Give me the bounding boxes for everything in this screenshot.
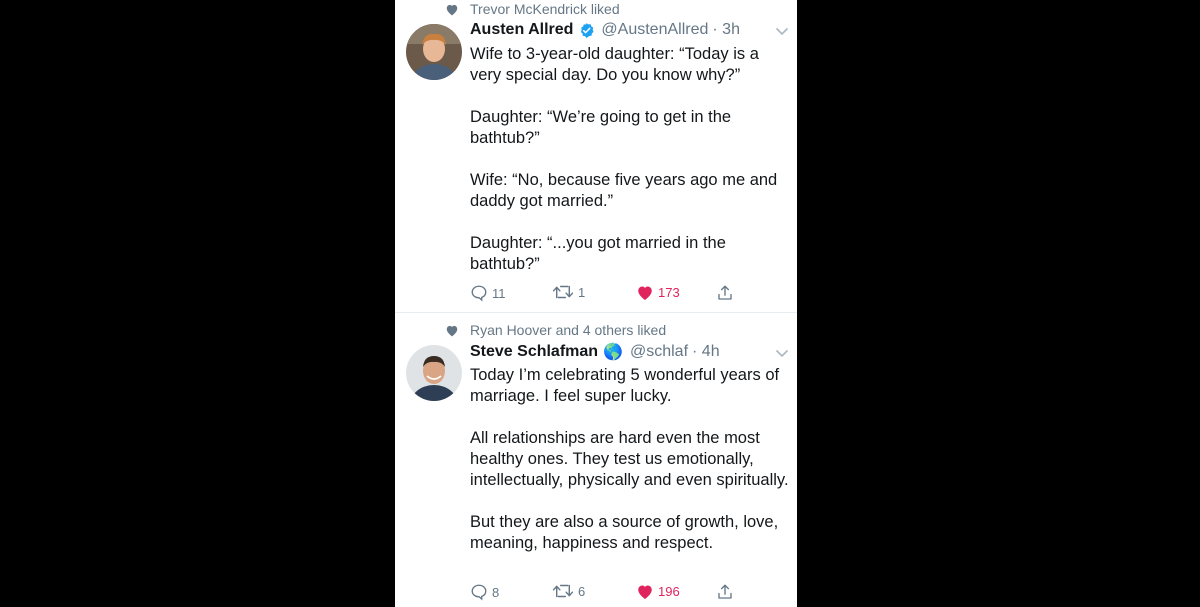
tweet-paragraph: Today I’m celebrating 5 wonderful years …: [470, 366, 780, 405]
share-button[interactable]: [716, 583, 734, 601]
retweet-count: 1: [578, 284, 586, 300]
heart-icon: [446, 4, 458, 15]
share-button[interactable]: [716, 284, 734, 302]
reply-icon: [471, 285, 487, 302]
retweet-button[interactable]: 6: [552, 583, 585, 599]
avatar-image: [406, 345, 462, 401]
tweet-text: Today I’m celebrating 5 wonderful years …: [470, 365, 790, 554]
handle[interactable]: @AustenAllred: [601, 21, 708, 39]
globe-icon: 🌎: [603, 344, 623, 361]
timestamp[interactable]: · 4h: [692, 343, 720, 361]
tweet-paragraph: Daughter: “We’re going to get in the bat…: [470, 108, 732, 147]
heart-icon: [638, 585, 652, 599]
tweet-card[interactable]: Ryan Hoover and 4 others liked Steve Sch…: [395, 313, 797, 607]
share-icon: [718, 285, 732, 300]
retweet-icon: [552, 584, 574, 598]
like-button[interactable]: 173: [636, 284, 680, 301]
like-count: 173: [658, 285, 680, 300]
tweet-actions: 11 1 173: [470, 284, 760, 306]
like-count: 196: [658, 584, 680, 599]
avatar-image: [406, 24, 462, 80]
tweet-header: Austen Allred @AustenAllred · 3h: [470, 21, 740, 39]
retweet-button[interactable]: 1: [552, 284, 585, 300]
tweet-paragraph: Daughter: “...you got married in the bat…: [470, 234, 726, 273]
display-name[interactable]: Steve Schlafman: [470, 343, 598, 361]
avatar[interactable]: [406, 24, 462, 80]
social-context: Trevor McKendrick liked: [445, 1, 620, 17]
social-context-text: Trevor McKendrick liked: [470, 1, 620, 17]
verified-badge-icon: [578, 22, 595, 39]
tweet-paragraph: Wife to 3-year-old daughter: “Today is a…: [470, 45, 759, 84]
chevron-down-icon[interactable]: [775, 349, 789, 358]
reply-icon: [471, 584, 487, 601]
social-context: Ryan Hoover and 4 others liked: [445, 322, 666, 338]
timeline: Trevor McKendrick liked Austen Allred @A…: [395, 0, 797, 607]
reply-button[interactable]: 8: [470, 583, 499, 601]
tweet-paragraph: Wife: “No, because five years ago me and…: [470, 171, 778, 210]
retweet-icon: [552, 285, 574, 299]
chevron-down-icon[interactable]: [775, 27, 789, 36]
reply-count: 8: [492, 584, 500, 600]
tweet-header: Steve Schlafman 🌎 @schlaf · 4h: [470, 342, 720, 362]
tweet-card[interactable]: Trevor McKendrick liked Austen Allred @A…: [395, 0, 797, 312]
heart-icon: [446, 325, 458, 336]
like-button[interactable]: 196: [636, 583, 680, 600]
tweet-text: Wife to 3-year-old daughter: “Today is a…: [470, 44, 790, 275]
retweet-count: 6: [578, 583, 586, 599]
timestamp[interactable]: · 3h: [712, 21, 740, 39]
tweet-paragraph: All relationships are hard even the most…: [470, 429, 789, 489]
display-name[interactable]: Austen Allred: [470, 21, 573, 39]
social-context-text: Ryan Hoover and 4 others liked: [470, 322, 667, 338]
avatar[interactable]: [406, 345, 462, 401]
handle[interactable]: @schlaf: [630, 343, 688, 361]
reply-button[interactable]: 11: [470, 284, 506, 302]
tweet-paragraph: But they are also a source of growth, lo…: [470, 513, 779, 552]
reply-count: 11: [492, 285, 506, 301]
heart-icon: [638, 286, 652, 300]
share-icon: [718, 584, 732, 599]
tweet-actions: 8 6 196: [470, 583, 760, 605]
